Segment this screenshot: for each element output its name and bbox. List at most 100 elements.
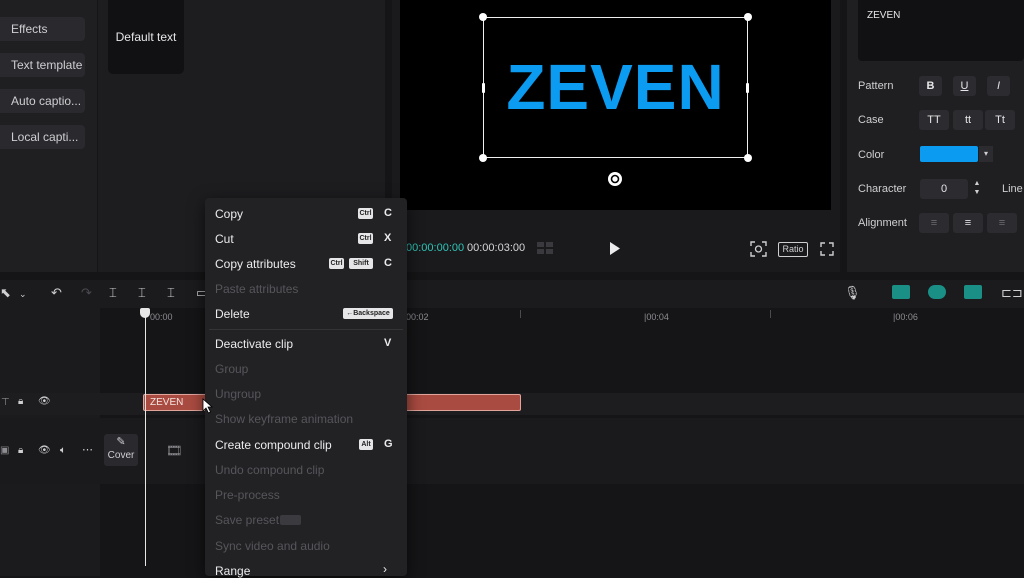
chevron-right-icon: › [383,562,387,576]
playhead-handle[interactable] [140,308,150,318]
resize-handle-top-left[interactable] [479,13,487,21]
shortcut-ctrl: Ctrl [329,258,344,269]
color-label: Color [858,149,885,161]
side-item-local-captions[interactable]: Local capti... [0,125,85,149]
lock-icon[interactable]: 🔒︎ [18,445,23,456]
text-content-input[interactable]: ZEVEN [858,0,1024,61]
align-right-icon[interactable]: ≡ [987,213,1017,233]
video-track[interactable] [0,418,1024,484]
shortcut-ctrl: Ctrl [358,233,373,244]
resize-handle-right[interactable] [746,83,749,93]
menu-item-pre-process: Pre-process [215,488,280,502]
ratio-button[interactable]: Ratio [778,242,808,257]
fit-screen-icon[interactable] [750,241,767,257]
shortcut-alt: Alt [359,439,373,450]
eye-icon[interactable]: 👁︎ [38,445,51,456]
film-icon: 🎞︎ [166,443,183,458]
alignment-label: Alignment [858,217,907,229]
align-center-icon[interactable]: ≡ [953,213,983,233]
color-swatch[interactable] [920,146,978,162]
undo-icon[interactable]: ↶ [51,285,62,301]
menu-item-save-preset: Save preset [215,513,280,527]
select-tool-icon[interactable]: ⬉ [0,285,11,301]
menu-item-paste-attributes: Paste attributes [215,282,299,296]
case-titlecase-button[interactable]: Tt [985,110,1015,130]
underline-button[interactable]: U [953,76,976,96]
mouse-cursor-icon [202,398,214,414]
text-track-icon: ⊤ [1,397,10,408]
character-spacing-stepper[interactable]: ▲ ▼ [970,179,984,199]
chevron-down-icon[interactable]: ▾ [979,146,993,162]
preview-axis-icon[interactable]: ⊏⊐ [1001,285,1023,301]
menu-item-deactivate-clip[interactable]: Deactivate clip [215,337,293,351]
chevron-down-icon[interactable]: ⌄ [19,289,27,300]
case-lowercase-button[interactable]: tt [953,110,983,130]
menu-item-cut[interactable]: Cut [215,232,234,246]
edit-icon: ✎ [116,436,126,448]
menu-item-create-compound-clip[interactable]: Create compound clip [215,438,332,452]
resize-handle-left[interactable] [482,83,485,93]
menu-item-ungroup: Ungroup [215,387,262,401]
redo-icon[interactable]: ↷ [81,285,92,301]
split-left-icon[interactable]: ⌶ [138,285,146,301]
ruler-tick [520,310,521,318]
timeline-toolbar [0,280,1024,308]
ruler-label: 00:02 [406,312,429,322]
split-right-icon[interactable]: ⌶ [167,285,175,301]
menu-item-copy-attributes[interactable]: Copy attributes [215,257,296,271]
timeline-grid-icon[interactable] [537,242,555,255]
case-label: Case [858,114,884,126]
shortcut-backspace: ←Backspace [343,308,393,319]
default-text-card[interactable]: Default text [108,0,184,74]
video-track-icon: ▣ [0,445,10,456]
menu-item-show-keyframe-animation: Show keyframe animation [215,412,354,426]
rotate-icon[interactable] [607,171,623,187]
total-timecode: 00:00:03:00 [467,242,526,254]
lock-icon[interactable]: 🔒︎ [18,396,23,407]
resize-handle-bottom-right[interactable] [744,154,752,162]
shortcut-shift: Shift [349,258,373,269]
bold-button[interactable]: B [919,76,942,96]
linkage-icon[interactable] [964,285,982,299]
play-icon[interactable] [609,242,621,255]
ruler-tick [770,310,771,318]
menu-item-undo-compound-clip: Undo compound clip [215,463,325,477]
resize-handle-bottom-left[interactable] [479,154,487,162]
split-icon[interactable]: ⌶ [109,285,117,301]
menu-item-delete[interactable]: Delete [215,307,250,321]
case-uppercase-button[interactable]: TT [919,110,949,130]
ruler-label: |00:06 [893,312,918,322]
menu-item-copy[interactable]: Copy [215,207,243,221]
fullscreen-icon[interactable] [820,242,834,256]
more-icon[interactable]: ⋯ [82,443,93,456]
shortcut-key: G [384,438,393,450]
side-item-effects[interactable]: Effects [0,17,85,41]
character-spacing-input[interactable]: 0 [920,179,968,199]
main-track-magnet-icon[interactable] [892,285,910,299]
shortcut-ctrl: Ctrl [358,208,373,219]
character-spacing-label: Character [858,183,907,195]
shortcut-key: X [384,232,392,244]
menu-separator [209,329,403,330]
pro-badge-icon [280,515,301,525]
side-item-text-template[interactable]: Text template [0,53,85,77]
menu-item-group: Group [215,362,249,376]
resize-handle-top-right[interactable] [744,13,752,21]
shortcut-key: C [384,257,392,269]
speaker-icon[interactable]: 🔈︎ [60,445,66,456]
cover-button[interactable]: ✎ Cover [104,434,138,466]
playhead[interactable] [145,312,146,566]
microphone-icon[interactable]: 🎙 [844,285,861,301]
italic-button[interactable]: I [987,76,1010,96]
eye-icon[interactable]: 👁︎ [38,396,51,407]
menu-item-sync-video-and-audio: Sync video and audio [215,539,330,553]
pattern-label: Pattern [858,80,894,92]
shortcut-key: C [384,207,392,219]
auto-snap-icon[interactable] [928,285,946,299]
side-item-auto-captions[interactable]: Auto captio... [0,89,85,113]
ruler-label: |00:04 [644,312,669,322]
text-selection-box[interactable] [483,17,748,158]
align-left-icon[interactable]: ≡ [919,213,949,233]
left-menu-panel: Effects Text template Auto captio... Loc… [0,0,97,272]
current-timecode: 00:00:00:00 [406,242,465,254]
